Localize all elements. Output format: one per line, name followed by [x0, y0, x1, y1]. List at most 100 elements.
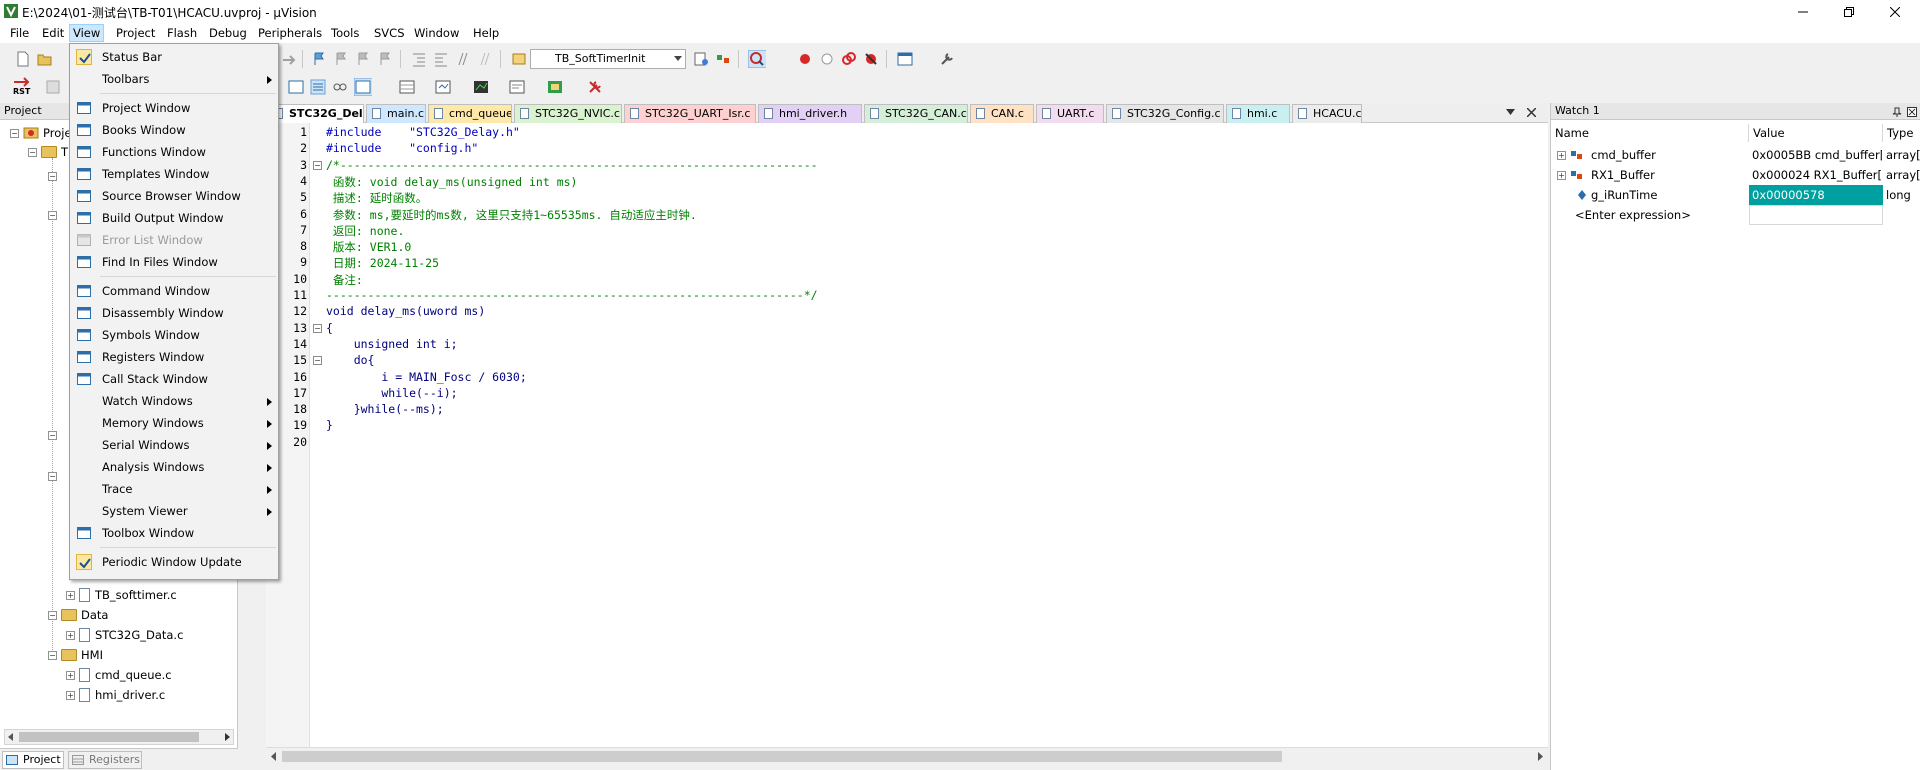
memory-window-toggle-icon[interactable]: [398, 78, 416, 96]
download-icon[interactable]: [44, 78, 62, 96]
tree-row-file[interactable]: + STC32G_Data.c: [66, 626, 183, 644]
menu-debug[interactable]: Debug: [206, 25, 250, 41]
expand-icon[interactable]: +: [66, 670, 75, 680]
watch-row[interactable]: + RX1_Buffer 0x000024 RX1_Buffer[]... ar…: [1551, 165, 1920, 185]
menu-flash[interactable]: Flash: [164, 25, 200, 41]
trace-window-toggle-icon[interactable]: [508, 78, 526, 96]
menu-file[interactable]: File: [7, 25, 32, 41]
menu-svcs[interactable]: SVCS: [371, 25, 408, 41]
watch-row-value-highlighted[interactable]: 0x00000578: [1749, 185, 1883, 205]
new-file-icon[interactable]: [14, 50, 32, 68]
pin-icon[interactable]: [1892, 107, 1902, 117]
close-icon[interactable]: [1907, 107, 1917, 117]
close-button[interactable]: [1872, 0, 1918, 23]
menu-view[interactable]: View: [68, 24, 105, 42]
editor-tab[interactable]: STC32G_Config.c: [1106, 104, 1224, 123]
tab-project[interactable]: Project: [2, 751, 64, 769]
expand-icon[interactable]: +: [1557, 171, 1566, 180]
disable-breakpoint-icon[interactable]: [818, 50, 836, 68]
tab-registers[interactable]: Registers: [68, 751, 142, 769]
editor-tab[interactable]: cmd_queue.c: [428, 104, 512, 123]
menu-project[interactable]: Project: [113, 25, 158, 41]
expand-icon[interactable]: +: [1557, 151, 1566, 160]
menu-item-functions-window[interactable]: Functions Window: [70, 141, 278, 163]
bookmark-icon[interactable]: [310, 50, 328, 68]
manage-components-icon[interactable]: [714, 50, 732, 68]
code-editor[interactable]: 1 2 3 4 5 6 7 8 9 10 11 12 13 14 15 16 17 18 19 20 #include…: [266, 123, 1548, 747]
menu-item-analysis-windows[interactable]: Analysis Windows: [70, 456, 278, 478]
menu-item-books-window[interactable]: Books Window: [70, 119, 278, 141]
menu-peripherals[interactable]: Peripherals: [255, 25, 325, 41]
scroll-left-icon[interactable]: [7, 733, 15, 741]
close-tab-icon[interactable]: [1527, 108, 1536, 117]
watch-row[interactable]: g_iRunTime 0x00000578 long: [1551, 185, 1920, 205]
disassembly-toggle-icon[interactable]: [309, 78, 327, 96]
watch-col-name[interactable]: Name: [1551, 124, 1749, 142]
redo-icon[interactable]: [280, 50, 298, 68]
menu-item-watch-windows[interactable]: Watch Windows: [70, 390, 278, 412]
menu-item-call-stack-window[interactable]: Call Stack Window: [70, 368, 278, 390]
enter-expression-placeholder[interactable]: <Enter expression>: [1575, 205, 1691, 225]
editor-tab[interactable]: main.c: [366, 104, 426, 123]
prev-bookmark-icon[interactable]: [332, 50, 350, 68]
menu-item-periodic-window-update[interactable]: Periodic Window Update: [70, 551, 278, 573]
scroll-thumb[interactable]: [282, 751, 1282, 762]
breakpoint-icon[interactable]: [796, 50, 814, 68]
expand-icon[interactable]: +: [66, 690, 75, 700]
menu-item-system-viewer[interactable]: System Viewer: [70, 500, 278, 522]
menu-tools[interactable]: Tools: [328, 25, 362, 41]
editor-tab[interactable]: STC32G_NVIC.c: [514, 104, 622, 123]
target-options-icon[interactable]: [510, 50, 528, 68]
fold-toggle-icon[interactable]: −: [313, 160, 322, 170]
serial-window-toggle-icon[interactable]: [434, 78, 452, 96]
watch-row[interactable]: + cmd_buffer 0x0005BB cmd_buffer[... arr…: [1551, 145, 1920, 165]
tree-row-target[interactable]: − T: [28, 143, 68, 161]
menu-item-find-in-files-window[interactable]: Find In Files Window: [70, 251, 278, 273]
editor-tab[interactable]: HCACU.c: [1292, 104, 1362, 123]
watch-col-type[interactable]: Type: [1883, 124, 1920, 142]
analysis-window-toggle-icon[interactable]: [472, 78, 490, 96]
file-extensions-icon[interactable]: [692, 50, 710, 68]
tree-row-project-root[interactable]: − Proje: [10, 124, 72, 142]
next-bookmark-icon[interactable]: [354, 50, 372, 68]
watch-row-value[interactable]: 0x000024 RX1_Buffer[]...: [1752, 165, 1882, 185]
watch-window-toggle-icon[interactable]: [354, 78, 372, 96]
uncomment-icon[interactable]: [476, 50, 494, 68]
kill-all-breakpoints-icon[interactable]: [862, 50, 880, 68]
indent-icon[interactable]: [410, 50, 428, 68]
collapse-icon[interactable]: −: [28, 147, 37, 157]
menu-item-source-browser-window[interactable]: Source Browser Window: [70, 185, 278, 207]
collapse-icon[interactable]: −: [48, 172, 57, 181]
restore-button[interactable]: [1826, 0, 1872, 23]
menu-item-toolbars[interactable]: Toolbars: [70, 68, 278, 90]
scroll-left-icon[interactable]: [270, 752, 278, 761]
menu-item-build-output-window[interactable]: Build Output Window: [70, 207, 278, 229]
editor-tab[interactable]: CAN.c: [970, 104, 1034, 123]
collapse-icon[interactable]: −: [48, 211, 57, 220]
minimize-button[interactable]: [1780, 0, 1826, 23]
menu-item-status-bar[interactable]: Status Bar: [70, 46, 278, 68]
target-select[interactable]: TB_SoftTimerInit: [530, 49, 686, 69]
collapse-icon[interactable]: −: [48, 472, 57, 481]
editor-tab[interactable]: UART.c: [1036, 104, 1104, 123]
open-folder-icon[interactable]: [36, 50, 54, 68]
watch-row-value[interactable]: 0x0005BB cmd_buffer[...: [1752, 145, 1882, 165]
editor-tab[interactable]: STC32G_UART_Isr.c: [624, 104, 756, 123]
collapse-icon[interactable]: −: [48, 431, 57, 440]
menu-item-trace[interactable]: Trace: [70, 478, 278, 500]
toolbox-toggle-icon[interactable]: [586, 78, 604, 96]
tree-row-folder[interactable]: − Data: [48, 606, 108, 624]
fold-toggle-icon[interactable]: −: [313, 356, 322, 366]
symbols-toggle-icon[interactable]: [331, 78, 349, 96]
menu-help[interactable]: Help: [470, 25, 502, 41]
tab-list-dropdown-icon[interactable]: [1506, 109, 1515, 117]
editor-tab[interactable]: hmi.c: [1226, 104, 1290, 123]
scroll-thumb[interactable]: [19, 732, 199, 742]
menu-item-serial-windows[interactable]: Serial Windows: [70, 434, 278, 456]
editor-tab[interactable]: hmi_driver.h: [758, 104, 862, 123]
clear-bookmarks-icon[interactable]: [376, 50, 394, 68]
menu-item-project-window[interactable]: Project Window: [70, 97, 278, 119]
expand-icon[interactable]: +: [66, 590, 75, 600]
configure-icon[interactable]: [938, 50, 956, 68]
menu-item-templates-window[interactable]: Templates Window: [70, 163, 278, 185]
